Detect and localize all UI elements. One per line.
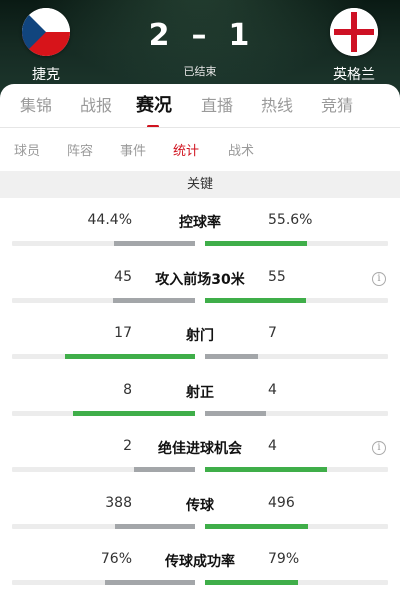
info-icon[interactable]: i: [372, 441, 386, 455]
home-bar-track: [12, 297, 195, 303]
stat-row: 8 射正 4: [0, 382, 400, 422]
home-bar-fill: [114, 241, 195, 246]
subtab-tactics[interactable]: 战术: [228, 140, 254, 159]
away-bar-fill: [205, 523, 308, 529]
away-bar-fill: [205, 410, 266, 416]
away-bar-track: [205, 410, 388, 416]
stat-row: 17 射门 7: [0, 325, 400, 365]
home-bar-fill: [115, 523, 195, 529]
stat-row: 388 传球 496: [0, 495, 400, 535]
home-bar-fill: [105, 580, 195, 585]
section-title-key: 关键: [0, 171, 400, 198]
away-bar-fill: [205, 580, 298, 585]
england-flag-icon: [330, 8, 378, 56]
home-bar-fill: [65, 354, 195, 359]
main-tabs: 集锦 战报 赛况 直播 热线 竞猜: [0, 92, 400, 132]
tab-betting[interactable]: 竞猜: [307, 92, 367, 116]
away-bar-fill: [205, 297, 306, 303]
home-bar-track: [12, 467, 195, 472]
away-bar-fill: [205, 467, 327, 472]
stat-away-value: 4: [268, 438, 277, 454]
away-bar-track: [205, 580, 388, 585]
home-bar-track: [12, 410, 195, 416]
home-bar-fill: [113, 297, 195, 303]
score-separator: –: [191, 18, 209, 53]
sub-tabs: 球员 阵容 事件 统计 战术: [0, 140, 400, 159]
home-bar-fill: [134, 467, 195, 472]
home-bar-track: [12, 580, 195, 585]
stat-away-value: 55.6%: [268, 212, 313, 228]
tab-live[interactable]: 直播: [187, 92, 247, 116]
stat-row: 2 绝佳进球机会 4 i: [0, 438, 400, 478]
stat-row: 45 攻入前场30米 55 i: [0, 269, 400, 309]
stat-row: 44.4% 控球率 55.6%: [0, 212, 400, 252]
stat-away-value: 55: [268, 268, 286, 285]
away-bar-fill: [205, 354, 258, 359]
tab-hotline[interactable]: 热线: [247, 92, 307, 116]
stat-away-value: 496: [268, 494, 295, 511]
stat-away-value: 7: [268, 325, 277, 341]
stat-away-value: 79%: [268, 551, 300, 567]
home-bar-track: [12, 523, 195, 529]
away-bar-track: [205, 297, 388, 303]
away-team[interactable]: 英格兰: [322, 8, 386, 84]
info-icon[interactable]: i: [372, 271, 386, 286]
home-score: 2: [148, 18, 172, 53]
home-bar-fill: [73, 410, 195, 416]
away-bar-track: [205, 241, 388, 246]
home-bar-track: [12, 241, 195, 246]
away-bar-track: [205, 354, 388, 359]
away-team-name: 英格兰: [333, 67, 375, 83]
away-bar-track: [205, 523, 388, 529]
home-bar-track: [12, 354, 195, 359]
tab-highlights[interactable]: 集锦: [6, 92, 66, 116]
away-bar-fill: [205, 241, 307, 246]
away-bar-track: [205, 467, 388, 472]
tabs-divider: [0, 127, 400, 128]
subtab-statistics[interactable]: 统计: [173, 140, 199, 159]
stat-away-value: 4: [268, 381, 277, 398]
subtab-players[interactable]: 球员: [14, 140, 40, 159]
subtab-events[interactable]: 事件: [120, 140, 146, 159]
away-score: 1: [228, 18, 252, 53]
tab-match-status[interactable]: 赛况: [124, 91, 184, 117]
tab-report[interactable]: 战报: [66, 92, 126, 116]
stat-row: 76% 传球成功率 79%: [0, 551, 400, 591]
subtab-lineup[interactable]: 阵容: [67, 140, 93, 159]
